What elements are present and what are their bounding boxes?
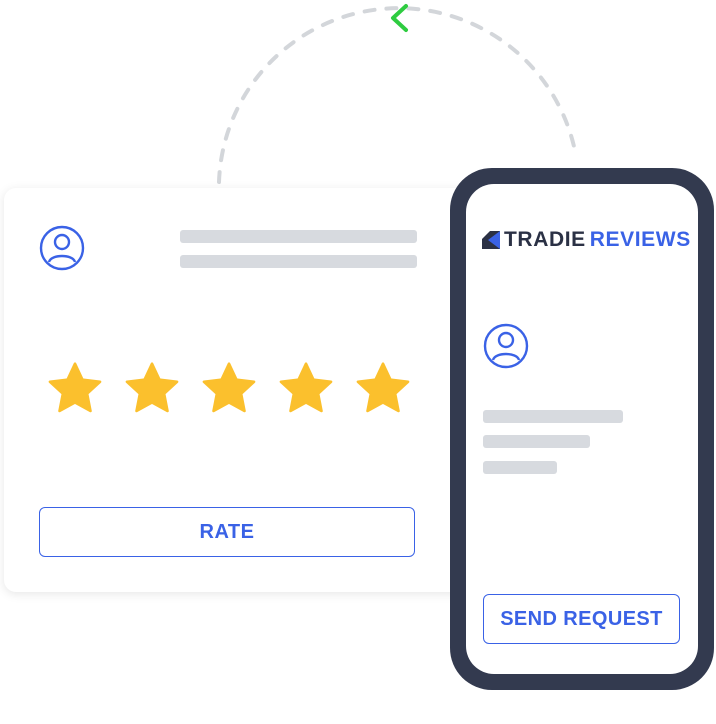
user-circle-icon	[483, 323, 529, 369]
placeholder-line	[483, 435, 590, 448]
placeholder-line	[180, 230, 417, 243]
placeholder-line	[483, 461, 557, 474]
phone-mockup: TRADIE REVIEWS SEND REQUEST	[450, 168, 714, 690]
tradie-reviews-logo-icon	[482, 231, 500, 249]
rate-button[interactable]: RATE	[39, 507, 415, 557]
star-icon[interactable]	[352, 358, 414, 420]
brand-word-reviews: REVIEWS	[589, 228, 691, 251]
brand-word-tradie: TRADIE	[504, 228, 586, 251]
phone-screen: TRADIE REVIEWS SEND REQUEST	[466, 184, 698, 674]
star-icon[interactable]	[121, 358, 183, 420]
placeholder-line	[483, 410, 623, 423]
send-request-button[interactable]: SEND REQUEST	[483, 594, 680, 644]
brand-logo: TRADIE REVIEWS	[482, 228, 691, 252]
user-circle-icon	[39, 225, 85, 271]
star-icon[interactable]	[275, 358, 337, 420]
placeholder-line	[180, 255, 417, 268]
star-rating[interactable]	[44, 358, 414, 422]
review-card: RATE	[4, 188, 474, 592]
star-icon[interactable]	[198, 358, 260, 420]
star-icon[interactable]	[44, 358, 106, 420]
